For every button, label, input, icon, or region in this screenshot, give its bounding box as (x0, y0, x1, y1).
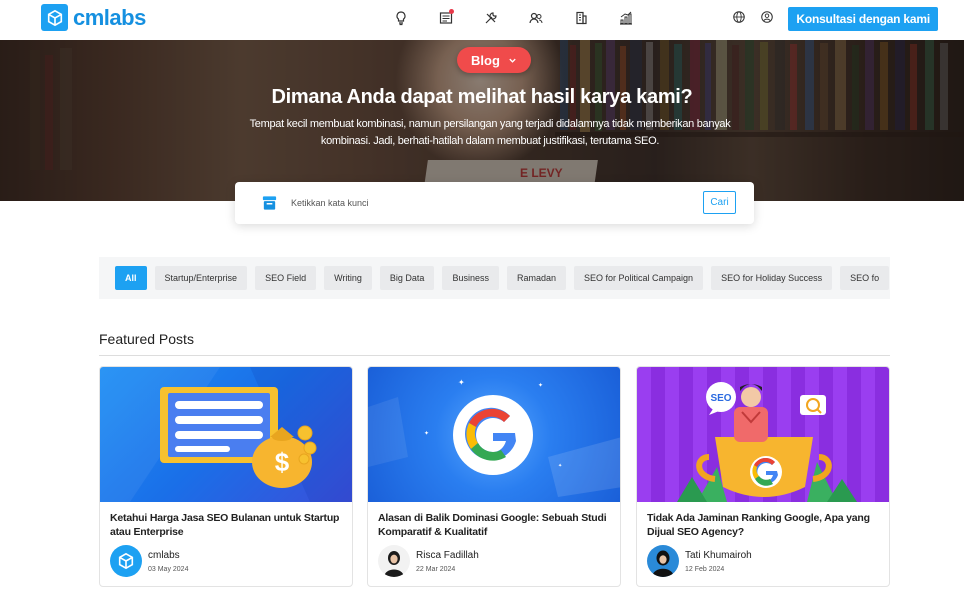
nav-icon-group (378, 8, 648, 28)
tati-khumairoh-avatar (647, 545, 679, 577)
author-name-1: cmlabs (148, 549, 180, 561)
seo-trophy-illustration: SEO (677, 382, 857, 502)
lightbulb-icon[interactable] (378, 8, 423, 28)
google-logo-icon: ✦ ✦ ✦ ✦ (368, 378, 620, 497)
chip-ramadan[interactable]: Ramadan (506, 266, 567, 290)
tools-icon[interactable] (468, 8, 513, 28)
svg-text:$: $ (275, 447, 290, 477)
chip-all[interactable]: All (115, 266, 147, 290)
chip-writing[interactable]: Writing (324, 266, 372, 290)
chevron-down-icon (509, 58, 516, 63)
cube-logo-icon (41, 4, 68, 31)
svg-text:✦: ✦ (558, 463, 562, 469)
category-chip-list: All Startup/Enterprise SEO Field Writing… (115, 266, 890, 290)
consultation-button[interactable]: Konsultasi dengan kami (788, 7, 938, 31)
hero-title: Dimana Anda dapat melihat hasil karya ka… (271, 86, 693, 108)
chip-big-data[interactable]: Big Data (379, 266, 435, 290)
post-author-2: Risca Fadillah 22 Mar 2024 (378, 545, 479, 577)
search-input[interactable] (291, 194, 671, 212)
brand-name: cmlabs (73, 4, 146, 30)
post-title-3[interactable]: Tidak Ada Jaminan Ranking Google, Apa ya… (647, 511, 881, 539)
risca-fadillah-avatar (378, 545, 410, 577)
top-navbar: cmlabs Konsultasi dengan kami (0, 0, 964, 40)
cmlabs-avatar (110, 545, 142, 577)
svg-text:✦: ✦ (538, 382, 543, 389)
featured-post-card-2[interactable]: ✦ ✦ ✦ ✦ Alasan di Balik Dominasi Google:… (367, 366, 621, 587)
featured-post-card-3[interactable]: SEO Tidak Ada Jaminan Ranking Google, Ap… (636, 366, 890, 587)
post-date-2: 22 Mar 2024 (416, 565, 456, 573)
globe-icon[interactable] (732, 10, 746, 29)
post-date-3: 12 Feb 2024 (685, 565, 725, 573)
post-author-3: Tati Khumairoh 12 Feb 2024 (647, 545, 752, 577)
blog-dropdown-label: Blog (471, 52, 500, 68)
chip-seo-field[interactable]: SEO Field (255, 266, 317, 290)
section-divider (99, 355, 890, 356)
svg-text:✦: ✦ (424, 430, 429, 437)
search-button[interactable]: Cari (703, 191, 736, 214)
price-list-money-bag-icon: $ (100, 367, 352, 502)
author-name-2: Risca Fadillah (416, 549, 479, 561)
category-filter-bar: All Startup/Enterprise SEO Field Writing… (99, 257, 890, 299)
users-icon[interactable] (513, 8, 558, 28)
seo-bubble-text: SEO (710, 393, 731, 404)
author-name-3: Tati Khumairoh (685, 549, 752, 561)
chip-seo-political-campaign[interactable]: SEO for Political Campaign (574, 266, 704, 290)
chart-icon[interactable] (603, 8, 648, 28)
hero-subtitle: Tempat kecil membuat kombinasi, namun pe… (249, 118, 731, 147)
nav-right-group: Konsultasi dengan kami (732, 7, 938, 31)
featured-posts-heading: Featured Posts (99, 331, 194, 347)
chip-business[interactable]: Business (442, 266, 499, 290)
search-bar: Cari (235, 182, 754, 224)
post-author-1: cmlabs 03 May 2024 (110, 545, 188, 577)
notification-dot (449, 9, 454, 14)
archive-box-icon (261, 194, 278, 217)
user-account-icon[interactable] (760, 10, 774, 29)
blog-dropdown[interactable]: Blog (457, 47, 531, 73)
post-thumbnail-2: ✦ ✦ ✦ ✦ (368, 367, 620, 502)
hero-banner: E LEVY Blog Dimana Anda dapat melihat ha… (0, 40, 964, 201)
featured-post-card-1[interactable]: $ Ketahui Harga Jasa SEO Bulanan untuk S… (99, 366, 353, 587)
chip-seo-truncated[interactable]: SEO fo (840, 266, 890, 290)
newspaper-icon[interactable] (423, 8, 468, 28)
svg-text:✦: ✦ (458, 378, 465, 387)
post-title-1[interactable]: Ketahui Harga Jasa SEO Bulanan untuk Sta… (110, 511, 344, 539)
chip-seo-holiday-success[interactable]: SEO for Holiday Success (711, 266, 833, 290)
post-date-1: 03 May 2024 (148, 565, 189, 573)
post-thumbnail-3: SEO (637, 367, 889, 502)
chip-startup-enterprise[interactable]: Startup/Enterprise (154, 266, 248, 290)
building-icon[interactable] (558, 8, 603, 28)
cmlabs-logo[interactable]: cmlabs (41, 4, 146, 31)
post-thumbnail-1: $ (100, 367, 352, 502)
post-title-2[interactable]: Alasan di Balik Dominasi Google: Sebuah … (378, 511, 612, 539)
